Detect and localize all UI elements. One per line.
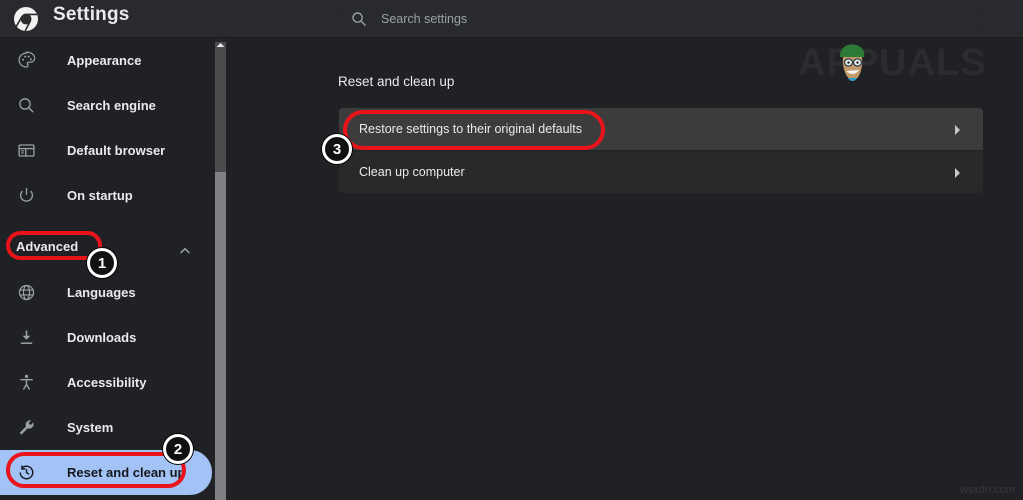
power-icon (16, 186, 36, 206)
settings-sidebar: Appearance Search engine (0, 38, 213, 500)
sidebar-scrollbar[interactable] (214, 38, 227, 500)
wrench-icon (16, 418, 36, 438)
sidebar-item-accessibility[interactable]: Accessibility (0, 360, 213, 405)
sidebar-item-label: On startup (67, 188, 133, 203)
chevron-right-icon[interactable] (953, 166, 961, 178)
search-settings-bar[interactable]: Search settings (337, 2, 981, 36)
browser-window-icon (16, 141, 36, 161)
search-icon (351, 11, 367, 27)
sidebar-item-label: System (67, 420, 113, 435)
chevron-right-icon[interactable] (953, 123, 961, 135)
sidebar-group-label: Advanced (16, 239, 78, 254)
search-input[interactable]: Search settings (381, 12, 467, 26)
sidebar-item-search-engine[interactable]: Search engine (0, 83, 213, 128)
sidebar-item-label: Default browser (67, 143, 165, 158)
main-content: Reset and clean up Restore settings to t… (227, 38, 1023, 500)
sidebar-item-system[interactable]: System (0, 405, 213, 450)
sidebar-item-label: Languages (67, 285, 136, 300)
sidebar-item-default-browser[interactable]: Default browser (0, 128, 213, 173)
site-credit: wsxdn.com (960, 484, 1015, 496)
sidebar-item-label: Downloads (67, 330, 136, 345)
sidebar-item-label: Reset and clean up (67, 465, 185, 480)
section-heading: Reset and clean up (338, 74, 454, 89)
row-restore-settings-to-defaults[interactable]: Restore settings to their original defau… (339, 108, 983, 150)
sidebar-group-advanced[interactable]: Advanced (0, 224, 213, 268)
page-title: Settings (53, 4, 130, 26)
sidebar-item-label: Appearance (67, 53, 141, 68)
scrollbar-thumb[interactable] (215, 172, 226, 500)
sidebar-item-languages[interactable]: Languages (0, 270, 213, 315)
palette-icon (16, 51, 36, 71)
chrome-logo-icon (12, 5, 40, 33)
history-restore-icon (16, 463, 36, 483)
scrollbar-track-upper[interactable] (215, 42, 226, 172)
settings-window: Settings Search settings (0, 0, 1023, 500)
chevron-up-icon[interactable] (179, 242, 191, 250)
row-label: Clean up computer (359, 165, 465, 179)
reset-and-clean-up-card: Restore settings to their original defau… (339, 108, 983, 193)
sidebar-item-appearance[interactable]: Appearance (0, 38, 213, 83)
sidebar-item-reset-and-clean-up[interactable]: Reset and clean up (0, 450, 212, 495)
app-header: Settings Search settings (0, 0, 1023, 38)
sidebar-item-on-startup[interactable]: On startup (0, 173, 213, 218)
row-label: Restore settings to their original defau… (359, 122, 582, 136)
row-clean-up-computer[interactable]: Clean up computer (339, 151, 983, 193)
caret-up-icon[interactable] (214, 38, 227, 51)
globe-icon (16, 283, 36, 303)
sidebar-item-label: Search engine (67, 98, 156, 113)
search-icon (16, 96, 36, 116)
accessibility-icon (16, 373, 36, 393)
download-icon (16, 328, 36, 348)
sidebar-item-downloads[interactable]: Downloads (0, 315, 213, 360)
sidebar-item-label: Accessibility (67, 375, 147, 390)
